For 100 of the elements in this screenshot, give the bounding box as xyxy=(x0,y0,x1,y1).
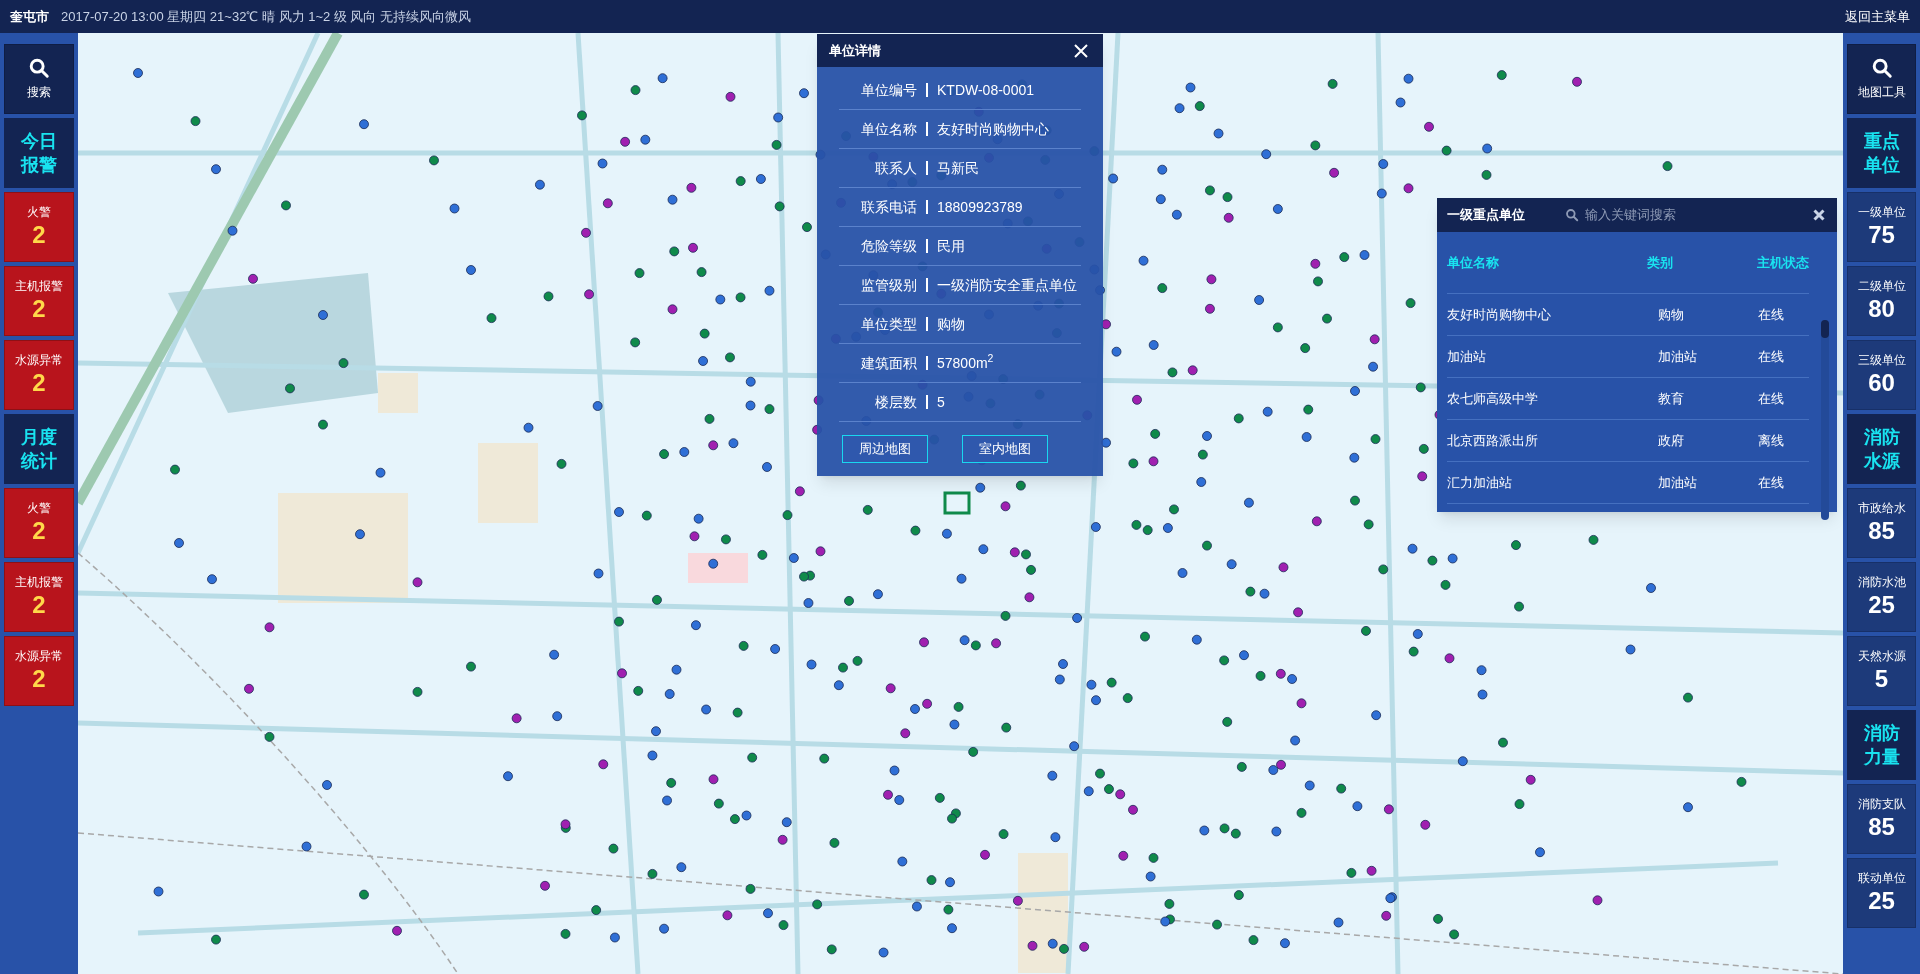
field-label: 单位名称 xyxy=(860,119,917,139)
table-cell-text: 在线 xyxy=(1758,473,1784,492)
close-button[interactable] xyxy=(1813,208,1827,222)
panel-title: 一级重点单位 xyxy=(1447,206,1525,225)
weather-info: 2017-07-20 13:00 星期四 21~32℃ 晴 风力 1~2 级 风向 无持续风向微风 xyxy=(61,7,472,26)
section-header: 消防力量 xyxy=(1847,710,1916,780)
scrollbar[interactable] xyxy=(1821,320,1829,520)
table-cell-text: 农七师高级中学 xyxy=(1447,389,1539,408)
count-stat-tile[interactable]: 天然水源 5 xyxy=(1847,636,1916,706)
table-cell-text: 在线 xyxy=(1758,347,1784,366)
stat-value: 5 xyxy=(1874,664,1889,694)
search-button[interactable]: 搜索 xyxy=(4,44,74,114)
unit-row[interactable]: 汇力加油站 加油站 在线 xyxy=(1447,462,1809,504)
column-header: 类别 xyxy=(1647,253,1674,272)
stat-label: 水源异常 xyxy=(15,648,63,664)
unit-row[interactable]: 北京西路派出所 政府 离线 xyxy=(1447,420,1809,462)
field-value: 马新民 xyxy=(937,158,979,178)
map-button[interactable]: 室内地图 xyxy=(962,435,1048,463)
table-cell-text: 在线 xyxy=(1758,305,1784,324)
field-value: 57800m$^{2}$ xyxy=(937,352,994,373)
stat-value: 2 xyxy=(32,294,46,324)
field-label: 楼层数 xyxy=(874,392,917,412)
unit-row[interactable]: 友好时尚购物中心 购物 在线 xyxy=(1447,294,1809,336)
field-label: 单位类型 xyxy=(860,314,917,334)
unit-row[interactable]: 农七师高级中学 教育 在线 xyxy=(1447,378,1809,420)
alarm-stat-tile[interactable]: 主机报警 2 xyxy=(4,562,74,632)
stat-label: 三级单位 xyxy=(1857,352,1906,368)
section-header: 重点单位 xyxy=(1847,118,1916,188)
field-label: 联系电话 xyxy=(860,197,917,217)
table-cell-text: 北京西路派出所 xyxy=(1447,431,1539,450)
alarm-stat-tile[interactable]: 火警 2 xyxy=(4,488,74,558)
stat-label: 市政给水 xyxy=(1857,500,1906,516)
section-header: 消防水源 xyxy=(1847,414,1916,484)
popup-title: 单位详情 xyxy=(829,41,881,60)
field-label: 监管级别 xyxy=(860,275,917,295)
table-cell-text: 加油站 xyxy=(1447,347,1487,366)
stat-value: 80 xyxy=(1868,294,1895,324)
stat-label: 一级单位 xyxy=(1857,204,1906,220)
section-header: 月度统计 xyxy=(4,414,74,484)
field-value: 友好时尚购物中心 xyxy=(937,119,1049,139)
table-cell-text: 政府 xyxy=(1658,431,1685,450)
stat-label: 联动单位 xyxy=(1857,870,1906,886)
back-to-menu-link[interactable]: 返回主菜单 xyxy=(1845,6,1910,27)
stat-value: 2 xyxy=(32,516,46,546)
alarm-stat-tile[interactable]: 火警 2 xyxy=(4,192,74,262)
close-icon xyxy=(1813,209,1825,221)
field-value: 民用 xyxy=(937,236,965,256)
column-header: 主机状态 xyxy=(1756,253,1809,272)
stat-label: 二级单位 xyxy=(1857,278,1906,294)
stat-value: 75 xyxy=(1868,220,1895,250)
stat-value: 2 xyxy=(32,220,46,250)
stat-label: 火警 xyxy=(27,204,51,220)
field-value: 5 xyxy=(937,392,945,412)
stat-value: 85 xyxy=(1868,812,1895,842)
count-stat-tile[interactable]: 消防水池 25 xyxy=(1847,562,1916,632)
stat-label: 天然水源 xyxy=(1857,648,1906,664)
field-value: 购物 xyxy=(937,314,965,334)
stat-label: 主机报警 xyxy=(15,574,63,590)
field-label: 单位编号 xyxy=(860,80,917,100)
stat-label: 消防水池 xyxy=(1857,574,1906,590)
count-stat-tile[interactable]: 二级单位 80 xyxy=(1847,266,1916,336)
unit-row[interactable]: 加油站 加油站 在线 xyxy=(1447,336,1809,378)
search-icon xyxy=(1870,57,1893,79)
stat-label: 水源异常 xyxy=(15,352,63,368)
close-icon xyxy=(1073,42,1089,59)
search-icon xyxy=(1565,208,1579,222)
alarm-stat-tile[interactable]: 主机报警 2 xyxy=(4,266,74,336)
table-cell-text: 教育 xyxy=(1658,389,1685,408)
field-label: 联系人 xyxy=(874,158,917,178)
section-header: 今日报警 xyxy=(4,118,74,188)
search-icon xyxy=(28,57,50,79)
field-value: 18809923789 xyxy=(937,197,1023,217)
stat-label: 消防支队 xyxy=(1857,796,1906,812)
stat-value: 2 xyxy=(32,368,46,398)
stat-value: 2 xyxy=(32,664,46,694)
keyword-search-field[interactable]: 输入关键词搜索 xyxy=(1585,205,1745,225)
map-button[interactable]: 周边地图 xyxy=(842,435,928,463)
table-cell-text: 离线 xyxy=(1758,431,1784,450)
field-label: 危险等级 xyxy=(860,236,917,256)
table-cell-text: 加油站 xyxy=(1658,473,1698,492)
table-cell-text: 汇力加油站 xyxy=(1447,473,1513,492)
alarm-stat-tile[interactable]: 水源异常 2 xyxy=(4,636,74,706)
stat-value: 85 xyxy=(1868,516,1895,546)
field-value: 一级消防安全重点单位 xyxy=(937,275,1077,295)
search-button[interactable]: 地图工具 xyxy=(1847,44,1916,114)
stat-value: 25 xyxy=(1868,886,1895,916)
count-stat-tile[interactable]: 三级单位 60 xyxy=(1847,340,1916,410)
count-stat-tile[interactable]: 市政给水 85 xyxy=(1847,488,1916,558)
count-stat-tile[interactable]: 消防支队 85 xyxy=(1847,784,1916,854)
field-value: KTDW-08-0001 xyxy=(937,80,1034,100)
table-cell-text: 购物 xyxy=(1658,305,1685,324)
stat-label: 火警 xyxy=(27,500,51,516)
alarm-stat-tile[interactable]: 水源异常 2 xyxy=(4,340,74,410)
table-cell-text: 加油站 xyxy=(1658,347,1698,366)
table-cell-text: 在线 xyxy=(1758,389,1784,408)
stat-value: 2 xyxy=(32,590,46,620)
count-stat-tile[interactable]: 联动单位 25 xyxy=(1847,858,1916,928)
stat-value: 25 xyxy=(1868,590,1895,620)
stat-label: 主机报警 xyxy=(15,278,63,294)
count-stat-tile[interactable]: 一级单位 75 xyxy=(1847,192,1916,262)
